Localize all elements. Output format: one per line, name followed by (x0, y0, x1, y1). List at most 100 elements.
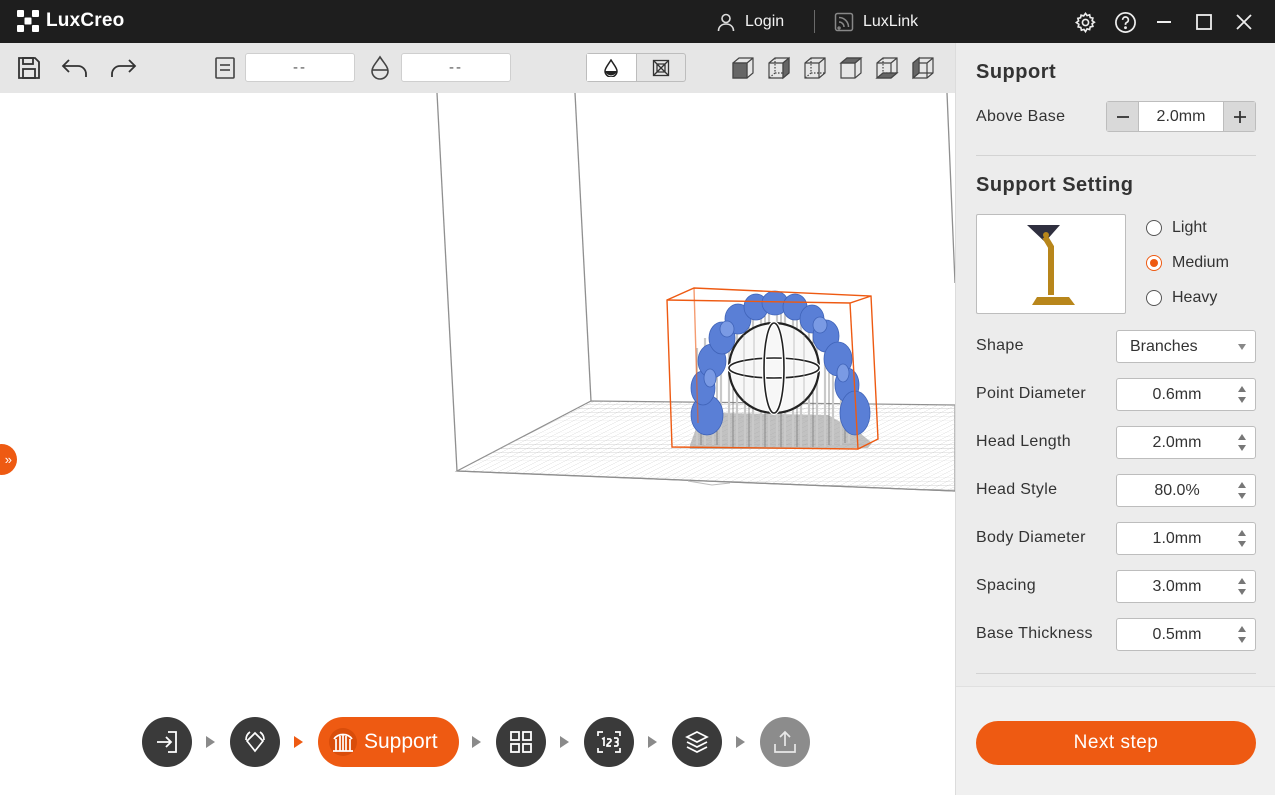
maximize-button[interactable] (1191, 9, 1217, 35)
settings-button[interactable] (1072, 9, 1098, 35)
density-heavy-radio[interactable]: Heavy (1146, 289, 1217, 307)
dropdown-caret-icon (1238, 344, 1246, 350)
view-iso-icon[interactable] (730, 55, 756, 81)
point-diameter-label: Point Diameter (976, 385, 1087, 402)
section-divider (976, 673, 1256, 674)
luxcreo-logo-icon (17, 10, 39, 32)
resin-icon-button[interactable] (364, 52, 396, 84)
titlebar-divider (814, 10, 815, 33)
view-left-icon[interactable] (838, 55, 864, 81)
resin-drop-icon (371, 55, 389, 80)
density-medium-radio[interactable]: Medium (1146, 254, 1229, 272)
base-thickness-input[interactable]: 0.5mm (1116, 618, 1256, 651)
support-preview (976, 214, 1126, 314)
save-icon (18, 57, 40, 79)
step-arrow-active (294, 736, 303, 748)
layers-icon (685, 731, 709, 753)
layer-height-icon-button[interactable] (209, 52, 241, 84)
build-volume-scene (436, 93, 955, 492)
head-length-label: Head Length (976, 433, 1071, 450)
section-divider (976, 155, 1256, 156)
body-diameter-input[interactable]: 1.0mm (1116, 522, 1256, 555)
head-style-input[interactable]: 80.0% (1116, 474, 1256, 507)
luxlink-button[interactable]: LuxLink (834, 0, 918, 43)
rotate-gizmo[interactable] (727, 321, 821, 415)
resin-field[interactable]: -- (401, 53, 511, 82)
step-support[interactable]: Support (318, 717, 459, 767)
support-icon (329, 728, 357, 756)
number-label-icon (597, 731, 621, 753)
spin-arrows-icon[interactable] (1238, 386, 1246, 403)
head-length-value: 2.0mm (1152, 433, 1202, 451)
layout-grid-icon (510, 731, 532, 753)
density-light-label: Light (1172, 219, 1207, 236)
head-style-label: Head Style (976, 481, 1058, 498)
point-diameter-input[interactable]: 0.6mm (1116, 378, 1256, 411)
toolbar: -- -- (0, 43, 955, 93)
undo-button[interactable] (59, 52, 91, 84)
step-arrow (472, 736, 481, 748)
solid-mode-button[interactable] (587, 54, 637, 81)
spacing-input[interactable]: 3.0mm (1116, 570, 1256, 603)
above-base-label: Above Base (976, 108, 1066, 125)
step-arrow (206, 736, 215, 748)
view-front-icon[interactable] (766, 55, 792, 81)
above-base-stepper: 2.0mm (1106, 101, 1256, 132)
save-button[interactable] (13, 52, 45, 84)
shape-label: Shape (976, 337, 1024, 354)
maximize-icon (1196, 14, 1212, 30)
help-button[interactable] (1112, 9, 1138, 35)
step-orient[interactable] (230, 717, 280, 767)
step-slice[interactable] (672, 717, 722, 767)
step-arrow (736, 736, 745, 748)
login-label: Login (745, 12, 785, 30)
step-import[interactable] (142, 717, 192, 767)
body-diameter-value: 1.0mm (1152, 529, 1202, 547)
step-export[interactable] (760, 717, 810, 767)
step-labeling[interactable] (584, 717, 634, 767)
spin-arrows-icon[interactable] (1238, 482, 1246, 499)
support-panel: Support Above Base 2.0mm Support Setting… (955, 43, 1275, 795)
shape-select[interactable]: Branches (1116, 330, 1256, 363)
base-thickness-label: Base Thickness (976, 625, 1093, 642)
view-right-icon[interactable] (874, 55, 900, 81)
spin-arrows-icon[interactable] (1238, 530, 1246, 547)
step-layout[interactable] (496, 717, 546, 767)
density-medium-label: Medium (1172, 254, 1229, 271)
view-back-icon[interactable] (802, 55, 828, 81)
base-thickness-value: 0.5mm (1152, 625, 1202, 643)
decrease-button[interactable] (1107, 102, 1138, 131)
head-style-value: 80.0% (1154, 481, 1200, 499)
3d-viewport[interactable]: » Support (0, 93, 955, 795)
title-bar: LuxCreo Login LuxLink (0, 0, 1275, 43)
export-icon (774, 730, 796, 753)
app-title: LuxCreo (46, 10, 125, 31)
xray-mode-button[interactable] (637, 54, 686, 81)
render-mode-toggle (586, 53, 686, 82)
next-step-button[interactable]: Next step (976, 721, 1256, 765)
above-base-value[interactable]: 2.0mm (1138, 102, 1224, 131)
help-icon (1114, 11, 1136, 33)
step-arrow (648, 736, 657, 748)
spacing-label: Spacing (976, 577, 1036, 594)
spin-arrows-icon[interactable] (1238, 626, 1246, 643)
close-icon (1236, 14, 1252, 30)
xray-box-icon (652, 59, 669, 76)
spin-arrows-icon[interactable] (1238, 578, 1246, 595)
support-preview-icon (1027, 225, 1075, 305)
radio-unchecked-icon (1146, 290, 1162, 306)
density-light-radio[interactable]: Light (1146, 219, 1207, 237)
head-length-input[interactable]: 2.0mm (1116, 426, 1256, 459)
login-button[interactable]: Login (716, 0, 784, 43)
spin-arrows-icon[interactable] (1238, 434, 1246, 451)
close-button[interactable] (1231, 9, 1257, 35)
minimize-button[interactable] (1151, 9, 1177, 35)
increase-button[interactable] (1224, 102, 1255, 131)
layer-thickness-field[interactable]: -- (245, 53, 355, 82)
step-support-label: Support (364, 730, 438, 753)
gear-icon (1074, 11, 1096, 33)
density-heavy-label: Heavy (1172, 289, 1218, 306)
redo-button[interactable] (107, 52, 139, 84)
shape-value: Branches (1130, 337, 1198, 355)
view-top-icon[interactable] (910, 55, 936, 81)
